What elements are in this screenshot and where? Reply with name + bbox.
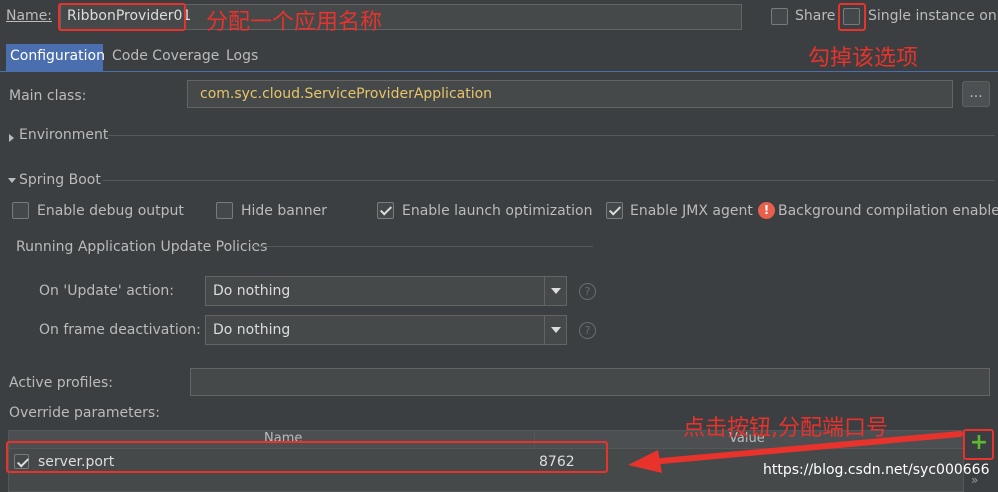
launch-optimization-checkbox[interactable] bbox=[377, 202, 394, 219]
single-instance-highlight-box bbox=[838, 3, 866, 31]
main-class-field[interactable]: com.syc.cloud.ServiceProviderApplication bbox=[187, 80, 953, 108]
update-action-select[interactable]: Do nothing bbox=[205, 276, 567, 306]
background-compilation-warning: Background compilation enabled bbox=[778, 203, 998, 219]
share-label: Share bbox=[795, 8, 836, 24]
main-class-label: Main class: bbox=[9, 88, 87, 104]
environment-expand-icon[interactable] bbox=[9, 134, 14, 142]
add-annotation: 点击按钮,分配端口号 bbox=[683, 416, 888, 441]
warning-icon: ! bbox=[758, 202, 775, 219]
spring-boot-divider bbox=[103, 180, 995, 181]
main-class-value: com.syc.cloud.ServiceProviderApplication bbox=[200, 86, 493, 102]
override-row-highlight-box bbox=[6, 441, 608, 473]
browse-button[interactable]: ... bbox=[962, 81, 990, 107]
spring-boot-label[interactable]: Spring Boot bbox=[19, 172, 101, 188]
debug-output-label: Enable debug output bbox=[37, 203, 184, 219]
override-parameters-label: Override parameters: bbox=[9, 405, 160, 421]
hide-banner-checkbox[interactable] bbox=[216, 202, 233, 219]
uncheck-annotation: 勾掉该选项 bbox=[808, 46, 919, 71]
watermark: https://blog.csdn.net/syc000666 bbox=[763, 462, 990, 478]
add-button-highlight-box bbox=[963, 429, 994, 460]
hide-banner-label: Hide banner bbox=[241, 203, 327, 219]
frame-deactivation-help-icon[interactable]: ? bbox=[579, 322, 596, 339]
frame-deactivation-select[interactable]: Do nothing bbox=[205, 315, 567, 345]
name-label: Name: bbox=[6, 8, 53, 24]
name-annotation: 分配一个应用名称 bbox=[206, 10, 383, 35]
spring-boot-collapse-icon[interactable] bbox=[8, 178, 16, 183]
update-action-label: On 'Update' action: bbox=[39, 283, 175, 299]
active-profiles-input[interactable] bbox=[190, 368, 990, 396]
update-action-value: Do nothing bbox=[213, 283, 291, 299]
tab-code-coverage[interactable]: Code Coverage bbox=[108, 44, 223, 71]
jmx-agent-label: Enable JMX agent bbox=[630, 203, 753, 219]
update-policies-label: Running Application Update Policies bbox=[16, 239, 268, 255]
debug-output-checkbox[interactable] bbox=[12, 202, 29, 219]
tab-logs[interactable]: Logs bbox=[222, 44, 262, 71]
tab-underline bbox=[0, 71, 998, 72]
frame-deactivation-dropdown-icon[interactable] bbox=[544, 316, 566, 344]
update-action-help-icon[interactable]: ? bbox=[579, 283, 596, 300]
frame-deactivation-label: On frame deactivation: bbox=[39, 322, 201, 338]
share-checkbox[interactable] bbox=[771, 8, 788, 25]
update-policies-divider bbox=[253, 246, 593, 247]
single-instance-label: Single instance only bbox=[868, 8, 998, 24]
environment-label[interactable]: Environment bbox=[19, 127, 108, 143]
environment-divider bbox=[108, 135, 995, 136]
launch-optimization-label: Enable launch optimization bbox=[402, 203, 593, 219]
frame-deactivation-value: Do nothing bbox=[213, 322, 291, 338]
name-highlight-box bbox=[58, 3, 186, 31]
active-profiles-label: Active profiles: bbox=[9, 375, 113, 391]
jmx-agent-checkbox[interactable] bbox=[606, 202, 623, 219]
tab-configuration[interactable]: Configuration bbox=[6, 44, 105, 71]
update-action-dropdown-icon[interactable] bbox=[544, 277, 566, 305]
